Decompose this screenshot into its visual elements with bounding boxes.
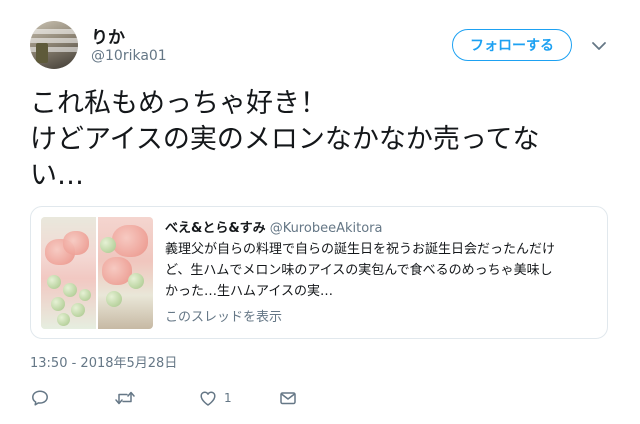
- quoted-image-left: [41, 217, 96, 329]
- quoted-text-line: ど、生ハムでメロン味のアイスの実包んで食べるのめっちゃ美味し: [165, 263, 553, 278]
- retweet-icon: [114, 388, 136, 408]
- quoted-text-line: 義理父が自らの料理で自らの誕生日を祝うお誕生日会だったんだけ: [165, 242, 556, 257]
- quoted-tweet-image[interactable]: [41, 217, 153, 329]
- tweet-text-line: い…: [30, 160, 84, 191]
- melon-ball: [51, 297, 65, 311]
- quoted-text-line: かった…生ハムアイスの実…: [165, 284, 333, 299]
- tweet-text-line: けどアイスの実のメロンなかなか売ってな: [30, 124, 540, 155]
- melon-ball: [57, 313, 70, 326]
- like-count: 1: [224, 391, 232, 405]
- ham-shape: [63, 231, 89, 255]
- display-name[interactable]: りか: [91, 23, 125, 48]
- avatar[interactable]: [30, 21, 78, 69]
- melon-ball: [47, 275, 61, 289]
- melon-ball: [79, 289, 91, 301]
- message-button[interactable]: [278, 388, 298, 408]
- quoted-image-right: [98, 217, 153, 329]
- quoted-tweet-header: べえ&とら&すみ @KurobeeAkitora: [165, 217, 382, 236]
- message-icon: [278, 388, 298, 408]
- tweet-timestamp[interactable]: 13:50 - 2018年5月28日: [30, 352, 177, 371]
- ham-shape: [112, 225, 148, 257]
- reply-button[interactable]: [30, 388, 50, 408]
- user-handle[interactable]: @10rika01: [91, 48, 167, 64]
- quoted-user-handle: @KurobeeAkitora: [269, 221, 383, 236]
- tweet-card: りか @10rika01 フォローする これ私もめっちゃ好き！ けどアイスの実の…: [0, 0, 640, 424]
- show-thread-link[interactable]: このスレッドを表示: [165, 306, 282, 325]
- tweet-text: これ私もめっちゃ好き！ けどアイスの実のメロンなかなか売ってな い…: [30, 86, 610, 194]
- like-button[interactable]: 1: [198, 388, 232, 408]
- melon-ball: [106, 291, 122, 307]
- quoted-tweet-text: 義理父が自らの料理で自らの誕生日を祝うお誕生日会だったんだけ ど、生ハムでメロン…: [165, 239, 605, 302]
- like-icon: [198, 388, 218, 408]
- chevron-down-icon[interactable]: [590, 38, 608, 52]
- avatar-photo-detail: [30, 29, 78, 34]
- reply-icon: [30, 388, 50, 408]
- melon-ball: [63, 283, 77, 297]
- melon-ball: [100, 237, 116, 253]
- quoted-tweet[interactable]: べえ&とら&すみ @KurobeeAkitora 義理父が自らの料理で自らの誕生日…: [30, 206, 608, 339]
- melon-ball: [71, 303, 85, 317]
- quoted-display-name: べえ&とら&すみ: [165, 221, 266, 236]
- follow-button[interactable]: フォローする: [452, 29, 572, 61]
- avatar-photo-detail: [36, 43, 48, 63]
- melon-ball: [128, 273, 144, 289]
- retweet-button[interactable]: [114, 388, 136, 408]
- tweet-text-line: これ私もめっちゃ好き！: [30, 88, 327, 119]
